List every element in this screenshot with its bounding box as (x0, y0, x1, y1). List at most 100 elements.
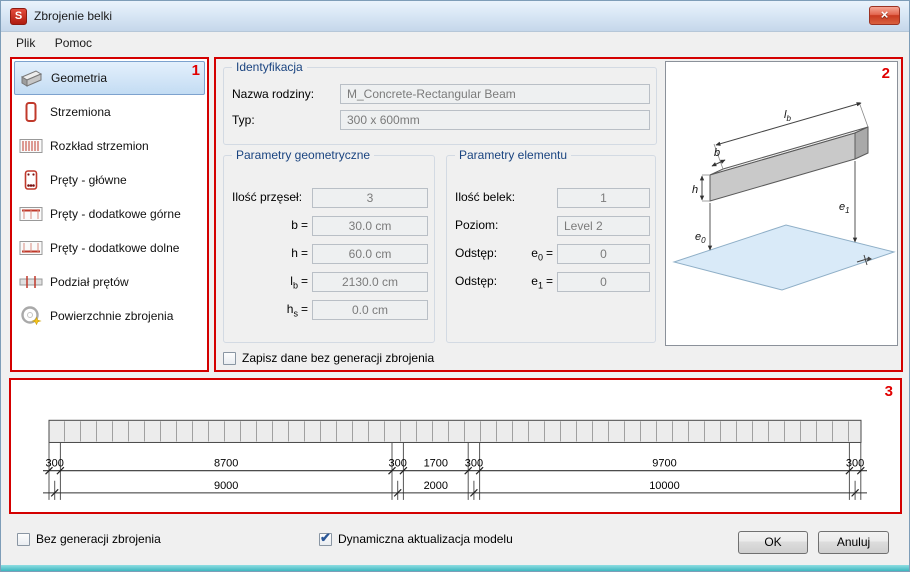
offset-e0-field[interactable]: 0 (557, 244, 650, 264)
checkmark-icon: ✔ (320, 530, 331, 545)
h-dim-label: h (692, 184, 698, 196)
spans-count-label: Ilość przęseł: (232, 190, 303, 204)
sidebar-item-prety-dodatkowe-gorne[interactable]: Pręty - dodatkowe górne (14, 197, 205, 231)
beam-elevation-drawing: 300 8700 300 1700 300 9700 300 9000 2000… (43, 419, 867, 500)
checkbox-box[interactable]: ✔ (17, 533, 30, 546)
sidebar-item-label: Powierzchnie zbrojenia (50, 309, 174, 323)
dynamic-update-checkbox[interactable]: ✔ Dynamiczna aktualizacja modelu (319, 530, 513, 546)
save-without-generation-checkbox[interactable]: ✔ Zapisz dane bez generacji zbrojenia (223, 351, 434, 365)
dim-label: 1700 (424, 458, 448, 470)
b-dim-label: b (714, 147, 720, 159)
offset-e1-caption: Odstęp: (455, 274, 498, 288)
sidebar-item-label: Pręty - dodatkowe górne (50, 207, 181, 221)
menu-item-pomoc[interactable]: Pomoc (47, 33, 100, 53)
e0-dim-label: e0 (695, 231, 706, 245)
dialog-window: S Zbrojenie belki × Plik Pomoc 1 Geometr… (0, 0, 910, 572)
dimension-chains (43, 470, 867, 494)
sidebar-item-powierzchnie-zbrojenia[interactable]: Powierzchnie zbrojenia (14, 299, 205, 333)
checkbox-label: Dynamiczna aktualizacja modelu (338, 532, 513, 546)
main-bars-icon (18, 169, 44, 191)
window-bottom-edge (1, 565, 909, 571)
offset-e1-field[interactable]: 0 (557, 272, 650, 292)
offset-e0-caption: Odstęp: (455, 246, 498, 260)
identification-group: Identyfikacja Nazwa rodziny: M_Concrete-… (223, 60, 657, 145)
h-field[interactable]: 60.0 cm (312, 244, 428, 264)
reinforcement-areas-icon (18, 305, 44, 327)
dim-label: 300 (46, 458, 64, 470)
sidebar-item-label: Podział prętów (50, 275, 129, 289)
beams-count-label: Ilość belek: (455, 190, 516, 204)
beam-preview: 2 lb b h e0 e1 (665, 61, 898, 346)
annotation-3: 3 (884, 383, 893, 400)
family-name-field[interactable]: M_Concrete-Rectangular Beam (340, 84, 650, 104)
sidebar-item-label: Geometria (51, 71, 108, 85)
lb-label: lb = (290, 274, 308, 291)
bar-split-icon (18, 271, 44, 293)
hs-field[interactable]: 0.0 cm (312, 300, 428, 320)
family-name-label: Nazwa rodziny: (232, 87, 315, 101)
sidebar-item-strzemiona[interactable]: Strzemiona (14, 95, 205, 129)
beam-body (48, 419, 862, 443)
stirrup-icon (18, 101, 44, 123)
lb-dim-label: lb (784, 109, 791, 123)
geometry-3d-beam-icon (19, 67, 45, 89)
sidebar-item-prety-glowne[interactable]: Pręty - główne (14, 163, 205, 197)
e1-label: e1 = (531, 274, 553, 291)
level-plane (672, 224, 896, 291)
no-reinforcement-checkbox[interactable]: ✔ Bez generacji zbrojenia (17, 532, 161, 546)
e0-label: e0 = (531, 246, 553, 263)
beams-count-field[interactable]: 1 (557, 188, 650, 208)
checkbox-label: Bez generacji zbrojenia (36, 532, 161, 546)
checkbox-label: Zapisz dane bez generacji zbrojenia (242, 351, 435, 365)
sidebar-item-prety-dodatkowe-dolne[interactable]: Pręty - dodatkowe dolne (14, 231, 205, 265)
sidebar-item-podzial-pretow[interactable]: Podział prętów (14, 265, 205, 299)
ok-button[interactable]: OK (738, 531, 808, 554)
dim-label: 2000 (424, 480, 448, 492)
group-title: Parametry elementu (455, 148, 572, 162)
annotation-2: 2 (881, 65, 890, 82)
dim-label: 10000 (649, 480, 680, 492)
dim-label: 300 (389, 458, 407, 470)
dim-label: 300 (846, 458, 864, 470)
checkbox-box[interactable]: ✔ (223, 352, 236, 365)
type-field[interactable]: 300 x 600mm (340, 110, 650, 130)
sidebar-item-geometria[interactable]: Geometria (14, 61, 205, 95)
cancel-button[interactable]: Anuluj (818, 531, 889, 554)
category-panel: 1 Geometria Strzemiona Rozkład strzemion… (10, 57, 209, 372)
level-label: Poziom: (455, 218, 499, 232)
stirrup-layout-icon (18, 135, 44, 157)
e1-dim-label: e1 (839, 201, 850, 215)
type-label: Typ: (232, 113, 255, 127)
additional-bottom-bars-icon (18, 237, 44, 259)
sidebar-item-label: Strzemiona (50, 105, 111, 119)
dimension-ticks (45, 466, 865, 497)
spans-count-field[interactable]: 3 (312, 188, 428, 208)
checkbox-box[interactable]: ✔ (319, 530, 332, 546)
geometry-parameters-group: Parametry geometryczne Ilość przęseł: 3 … (223, 148, 435, 343)
menu-item-plik[interactable]: Plik (8, 33, 43, 53)
sidebar-item-rozklad-strzemion[interactable]: Rozkład strzemion (14, 129, 205, 163)
elevation-panel: 3 300 8700 300 1700 300 9700 300 9000 20… (9, 378, 902, 514)
h-label: h = (291, 246, 308, 260)
b-field[interactable]: 30.0 cm (312, 216, 428, 236)
b-label: b = (291, 218, 308, 232)
level-field[interactable]: Level 2 (557, 216, 650, 236)
lb-field[interactable]: 2130.0 cm (312, 272, 428, 292)
dimension-values: 300 8700 300 1700 300 9700 300 9000 2000… (46, 458, 865, 492)
annotation-1: 1 (191, 62, 200, 79)
beam-3d-sketch: lb b h e0 e1 (672, 101, 896, 291)
parameters-panel: Identyfikacja Nazwa rodziny: M_Concrete-… (214, 57, 903, 372)
group-title: Parametry geometryczne (232, 148, 375, 162)
window-title: Zbrojenie belki (34, 9, 113, 23)
dim-label: 9700 (652, 458, 676, 470)
close-icon: × (880, 7, 889, 22)
dim-label: 9000 (214, 480, 238, 492)
sidebar-item-label: Pręty - dodatkowe dolne (50, 241, 180, 255)
dim-label: 8700 (214, 458, 238, 470)
dim-label: 300 (465, 458, 483, 470)
title-bar[interactable]: S Zbrojenie belki × (1, 1, 909, 32)
sidebar-item-label: Rozkład strzemion (50, 139, 149, 153)
element-parameters-group: Parametry elementu Ilość belek: 1 Poziom… (446, 148, 656, 343)
beam-solid (709, 126, 869, 202)
close-button[interactable]: × (869, 6, 900, 25)
